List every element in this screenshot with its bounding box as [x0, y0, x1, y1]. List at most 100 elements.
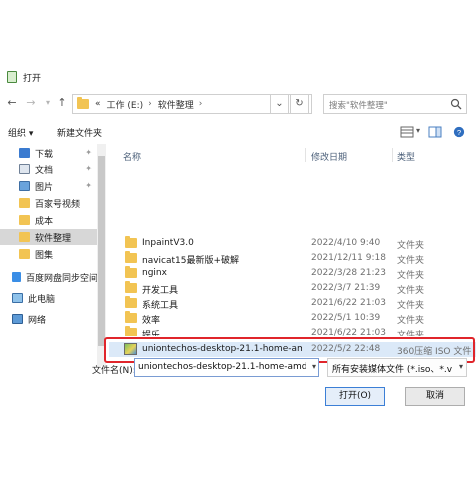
nav-item-atlas[interactable]: 图集 — [0, 246, 98, 262]
file-name: 效率 — [142, 316, 161, 326]
file-date: 2021/6/22 21:03 — [311, 298, 386, 308]
filename-value: uniontechos-desktop-21.1-home-amd64 — [138, 362, 306, 372]
computer-icon — [12, 293, 23, 303]
pin-icon: ✦ — [85, 164, 92, 173]
file-type: 文件夹 — [397, 256, 425, 266]
address-row: ← → ▾ ↑ « 工作 (E:) › 软件整理 › ⌄ ↻ 搜索"软件整理" — [0, 92, 476, 116]
folder-icon — [19, 232, 30, 242]
nav-scrollbar-thumb[interactable] — [98, 156, 105, 346]
folder-icon — [77, 97, 89, 109]
column-divider[interactable] — [392, 148, 393, 162]
nav-item-videos[interactable]: 百家号视频 — [0, 195, 98, 211]
breadcrumb-folder[interactable]: 软件整理 — [158, 98, 194, 111]
search-placeholder: 搜索"软件整理" — [329, 101, 388, 111]
file-name: 开发工具 — [142, 286, 179, 296]
picture-icon — [19, 181, 30, 191]
search-icon — [450, 98, 462, 110]
filename-label: 文件名(N): — [92, 366, 136, 376]
new-folder-button[interactable]: 新建文件夹 — [57, 126, 102, 139]
file-row[interactable]: InpaintV3.0 2022/4/10 9:40 文件夹 — [109, 236, 476, 251]
folder-icon — [125, 251, 137, 263]
up-arrow-icon[interactable]: ↑ — [54, 95, 70, 111]
file-row[interactable]: 开发工具 2022/3/7 21:39 文件夹 — [109, 281, 476, 296]
column-divider[interactable] — [305, 148, 306, 162]
file-type: 文件夹 — [397, 316, 425, 326]
folder-icon — [19, 215, 30, 225]
organize-button[interactable]: 组织 ▾ — [8, 126, 33, 139]
chevron-right-icon[interactable]: › — [199, 99, 203, 109]
file-name: nginx — [142, 268, 167, 278]
folder-icon — [125, 311, 137, 323]
column-header-type[interactable]: 类型 — [397, 150, 415, 163]
nav-label: 百家号视频 — [35, 199, 81, 210]
help-icon[interactable]: ? — [452, 126, 466, 138]
file-date: 2022/3/28 21:23 — [311, 268, 386, 278]
download-icon — [19, 148, 30, 158]
view-options-icon[interactable] — [400, 126, 414, 138]
preview-pane-icon[interactable] — [428, 126, 442, 138]
column-header-name[interactable]: 名称 — [123, 150, 141, 163]
nav-item-this-pc[interactable]: 此电脑 — [0, 290, 98, 306]
nav-item-software[interactable]: 软件整理 — [0, 229, 98, 245]
nav-item-network[interactable]: 网络 — [0, 311, 98, 327]
search-input[interactable]: 搜索"软件整理" — [323, 94, 467, 114]
file-date: 2021/6/22 21:03 — [311, 328, 386, 336]
filename-field[interactable]: uniontechos-desktop-21.1-home-amd64 ▾ — [134, 358, 319, 377]
back-arrow-icon[interactable]: ← — [4, 95, 20, 111]
command-bar: 组织 ▾ 新建文件夹 ▾ ? — [0, 122, 476, 144]
file-row[interactable]: navicat15最新版+破解 2021/12/11 9:18 文件夹 — [109, 251, 476, 266]
open-file-dialog: 打开 ← → ▾ ↑ « 工作 (E:) › 软件整理 › ⌄ ↻ 搜索"软件整… — [0, 66, 476, 414]
file-type-filter[interactable]: 所有安装媒体文件 (*.iso、*.v ▾ — [327, 358, 467, 377]
cloud-drive-icon — [12, 272, 21, 282]
background-area — [0, 414, 476, 477]
file-type: 文件夹 — [397, 331, 425, 336]
cancel-button[interactable]: 取消 — [405, 387, 465, 406]
chevron-down-icon[interactable]: ▾ — [459, 362, 463, 371]
refresh-icon[interactable]: ↻ — [290, 94, 309, 114]
folder-icon — [19, 198, 30, 208]
chevron-down-icon[interactable]: ▾ — [312, 362, 316, 371]
nav-scrollbar[interactable] — [97, 144, 106, 366]
file-list: 名称 修改日期 类型 InpaintV3.0 2022/4/10 9:40 文件… — [109, 144, 476, 366]
nav-item-downloads[interactable]: 下载 ✦ — [0, 145, 98, 161]
title-bar: 打开 — [0, 66, 476, 88]
file-name: 娱乐 — [142, 331, 161, 336]
folder-icon — [125, 266, 137, 278]
nav-label: 网络 — [28, 315, 47, 326]
column-header-date[interactable]: 修改日期 — [311, 150, 347, 163]
folder-icon — [125, 326, 137, 336]
chevron-down-icon[interactable]: ⌄ — [270, 94, 289, 114]
file-date: 2022/5/1 10:39 — [311, 313, 381, 323]
pin-icon: ✦ — [85, 148, 92, 157]
view-dropdown-icon[interactable]: ▾ — [416, 126, 420, 135]
file-row[interactable]: nginx 2022/3/28 21:23 文件夹 — [109, 266, 476, 281]
network-icon — [12, 314, 23, 324]
file-type: 文件夹 — [397, 286, 425, 296]
chevron-right-icon[interactable]: › — [148, 99, 152, 109]
nav-label: 文档 — [35, 165, 54, 176]
nav-item-cost[interactable]: 成本 — [0, 212, 98, 228]
file-name: navicat15最新版+破解 — [142, 256, 240, 266]
forward-arrow-icon[interactable]: → — [23, 95, 39, 111]
nav-item-pictures[interactable]: 图片 ✦ — [0, 178, 98, 194]
file-row[interactable]: 系统工具 2021/6/22 21:03 文件夹 — [109, 296, 476, 311]
breadcrumb-drive[interactable]: 工作 (E:) — [107, 98, 144, 111]
window-title: 打开 — [23, 73, 42, 84]
file-type: 文件夹 — [397, 241, 425, 251]
file-date: 2021/12/11 9:18 — [311, 253, 386, 263]
filter-value: 所有安装媒体文件 (*.iso、*.v — [332, 365, 453, 375]
document-icon — [19, 164, 30, 174]
file-row[interactable]: 娱乐 2021/6/22 21:03 文件夹 — [109, 326, 476, 336]
breadcrumb-overflow[interactable]: « — [95, 99, 101, 109]
nav-item-documents[interactable]: 文档 ✦ — [0, 161, 98, 177]
app-icon — [7, 71, 17, 83]
file-row[interactable]: 效率 2022/5/1 10:39 文件夹 — [109, 311, 476, 326]
nav-label: 下载 — [35, 149, 54, 160]
nav-item-cloud-drive[interactable]: 百度网盘同步空间 — [0, 269, 98, 285]
open-button[interactable]: 打开(O) — [325, 387, 385, 406]
folder-icon — [125, 236, 137, 248]
file-name: 系统工具 — [142, 301, 179, 311]
folder-icon — [19, 249, 30, 259]
file-type: 文件夹 — [397, 301, 425, 311]
nav-label: 图集 — [35, 250, 54, 261]
